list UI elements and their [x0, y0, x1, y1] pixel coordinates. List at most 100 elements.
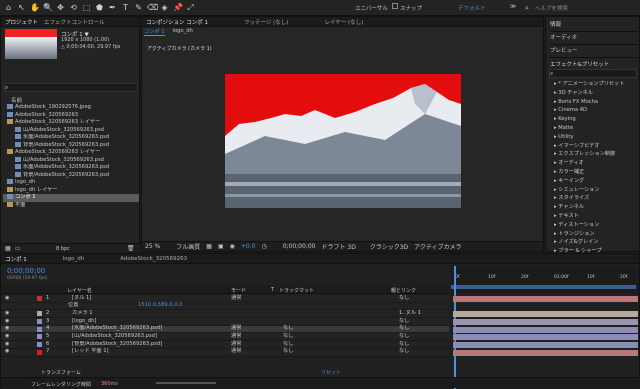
- zoom-select[interactable]: 25 %: [145, 243, 160, 250]
- layer-mode[interactable]: 通常: [231, 333, 241, 341]
- effect-category[interactable]: ▸ Matte: [554, 124, 638, 133]
- search-help-icon[interactable]: ⌕: [525, 4, 529, 13]
- grid-icon[interactable]: ▦: [206, 243, 212, 250]
- subtab-logo[interactable]: logo_dh: [173, 28, 193, 36]
- tab-effect-controls[interactable]: エフェクトコントロール: [44, 18, 105, 26]
- layer-duration-bar[interactable]: [453, 318, 638, 325]
- project-item[interactable]: AdobeStock_320569263 レイヤー: [3, 149, 139, 157]
- property-row[interactable]: 位置 1510.0,589.0,0.0: [1, 302, 449, 311]
- effect-category[interactable]: ▸ Cinema 4D: [554, 106, 638, 115]
- right-panel-item[interactable]: プレビュー: [550, 45, 638, 58]
- tool-0-icon[interactable]: ⌂: [4, 3, 13, 12]
- tool-8-icon[interactable]: ✒: [108, 3, 117, 12]
- layer-parent[interactable]: 1. ヌル 1: [399, 310, 421, 318]
- layer-name[interactable]: [背景/AdobeStock_320569263.psd]: [72, 341, 222, 349]
- label-color-swatch[interactable]: [37, 334, 42, 340]
- tool-7-icon[interactable]: ⬟: [95, 3, 104, 12]
- project-search-input[interactable]: ⌕: [4, 83, 138, 92]
- layer-duration-bar[interactable]: [453, 326, 638, 333]
- right-panel-item[interactable]: オーディオ: [550, 32, 638, 45]
- layer-mode[interactable]: 通常: [231, 348, 241, 356]
- layer-mode[interactable]: 通常: [231, 325, 241, 333]
- layer-name[interactable]: [氷面/AdobeStock_320569263.psd]: [72, 325, 222, 333]
- tool-6-icon[interactable]: ⬚: [82, 3, 91, 12]
- project-item[interactable]: コンポ 1: [3, 194, 139, 202]
- effect-category[interactable]: ▸ Boris FX Mocha: [554, 98, 638, 107]
- timeline-tab[interactable]: コンポ 1: [5, 255, 27, 263]
- tool-14-icon[interactable]: ⤢: [186, 3, 195, 12]
- col-mode[interactable]: モード: [231, 287, 246, 294]
- label-color-swatch[interactable]: [37, 326, 42, 332]
- layer-row[interactable]: ◉ 6 [背景/AdobeStock_320569263.psd] 通常 なし なし: [1, 341, 449, 349]
- effect-category[interactable]: ▸ キーイング: [554, 177, 638, 186]
- workspace-menu-icon[interactable]: ≫: [510, 3, 516, 10]
- tool-9-icon[interactable]: T: [121, 3, 130, 12]
- layer-name[interactable]: カメラ 1: [72, 310, 222, 318]
- comp-canvas[interactable]: [225, 74, 461, 208]
- label-color-swatch[interactable]: [37, 304, 42, 309]
- tool-13-icon[interactable]: 📌: [173, 3, 183, 12]
- layer-parent[interactable]: なし: [399, 333, 409, 341]
- effect-category[interactable]: ▸ トランジション: [554, 230, 638, 239]
- trash-icon[interactable]: 🗑: [127, 245, 135, 252]
- tab-footage[interactable]: フッテージ (なし): [244, 18, 288, 26]
- visibility-eye-icon[interactable]: ◉: [5, 333, 15, 341]
- tool-12-icon[interactable]: ◈: [160, 3, 169, 12]
- position-value[interactable]: 1510.0,589.0,0.0: [138, 302, 183, 310]
- renderer-classic[interactable]: クラシック3D: [370, 242, 408, 251]
- effect-category[interactable]: ▸ エクスプレッション制御: [554, 150, 638, 159]
- effect-category[interactable]: ▸ スタイライズ: [554, 194, 638, 203]
- work-area-bar[interactable]: [451, 285, 636, 289]
- layer-name[interactable]: [logo_dh]: [72, 318, 222, 326]
- layer-parent[interactable]: なし: [399, 325, 409, 333]
- visibility-eye-icon[interactable]: ◉: [5, 310, 15, 318]
- project-item[interactable]: 氷面/AdobeStock_320569263.psd: [3, 164, 139, 172]
- zoom-slider[interactable]: [156, 382, 216, 384]
- col-track-matte[interactable]: トラックマット: [279, 287, 314, 294]
- effect-category[interactable]: ▸ ディストーション: [554, 221, 638, 230]
- snap-checkbox[interactable]: [392, 3, 398, 9]
- project-item[interactable]: AdobeStock_320569263: [3, 111, 139, 120]
- effect-category[interactable]: ▸ オーディオ: [554, 159, 638, 168]
- effect-category[interactable]: ▸ Keying: [554, 115, 638, 124]
- effect-category[interactable]: ▸ テキスト: [554, 212, 638, 221]
- col-parent[interactable]: 親とリンク: [391, 287, 416, 294]
- snapshot-icon[interactable]: ◷: [261, 243, 266, 250]
- renderer-draft[interactable]: ドラフト 3D: [321, 242, 355, 251]
- right-panel-item[interactable]: 情報: [550, 19, 638, 32]
- col-layer-name[interactable]: レイヤー名: [67, 287, 92, 294]
- interpret-footage-icon[interactable]: ▦: [5, 245, 11, 252]
- layer-duration-bar[interactable]: [453, 342, 638, 348]
- timeline-tab[interactable]: logo_dh: [63, 256, 84, 262]
- layer-parent[interactable]: なし: [399, 295, 409, 303]
- mask-icon[interactable]: ▣: [218, 243, 224, 250]
- label-color-swatch[interactable]: [37, 295, 42, 301]
- project-item[interactable]: 山/AdobeStock_320569263.psd: [3, 126, 139, 135]
- tool-1-icon[interactable]: ↖: [17, 3, 26, 12]
- effect-category[interactable]: ▸ 3D チャンネル: [554, 89, 638, 98]
- effect-category[interactable]: ▸ ノイズ&グレイン: [554, 238, 638, 247]
- column-name[interactable]: 名前: [11, 96, 22, 104]
- layer-parent[interactable]: なし: [399, 348, 409, 356]
- col-track[interactable]: T: [271, 287, 274, 293]
- project-item[interactable]: logo_dh: [3, 179, 139, 187]
- effects-search-input[interactable]: ⌕: [549, 69, 637, 78]
- layer-row[interactable]: ◉ 4 [氷面/AdobeStock_320569263.psd] 通常 なし なし: [1, 325, 449, 334]
- bpc-label[interactable]: 8 bpc: [56, 246, 70, 252]
- project-item[interactable]: 背景/AdobeStock_320569263.psd: [3, 141, 139, 150]
- visibility-eye-icon[interactable]: ◉: [5, 325, 15, 333]
- project-item[interactable]: 山/AdobeStock_320569263.psd: [3, 156, 139, 165]
- visibility-eye-icon[interactable]: ◉: [5, 341, 15, 349]
- layer-track-matte[interactable]: なし: [283, 325, 293, 333]
- tab-project[interactable]: プロジェクト: [5, 18, 38, 26]
- layer-row[interactable]: ◉ 7 [レッド 平面 1] 通常 なし なし: [1, 348, 449, 357]
- transform-label[interactable]: トランスフォーム: [41, 369, 81, 376]
- channel-icon[interactable]: ◉: [230, 243, 235, 250]
- exposure-value[interactable]: +0.0: [241, 243, 256, 250]
- layer-duration-bar[interactable]: [453, 295, 638, 302]
- layer-duration-bar[interactable]: [453, 334, 638, 341]
- unified-camera-label[interactable]: ユニバーサル: [355, 4, 388, 12]
- layer-name[interactable]: [レッド 平面 1]: [72, 348, 222, 356]
- view-select[interactable]: アクティブカメラ: [414, 242, 461, 251]
- project-item[interactable]: logo_dh レイヤー: [3, 186, 139, 195]
